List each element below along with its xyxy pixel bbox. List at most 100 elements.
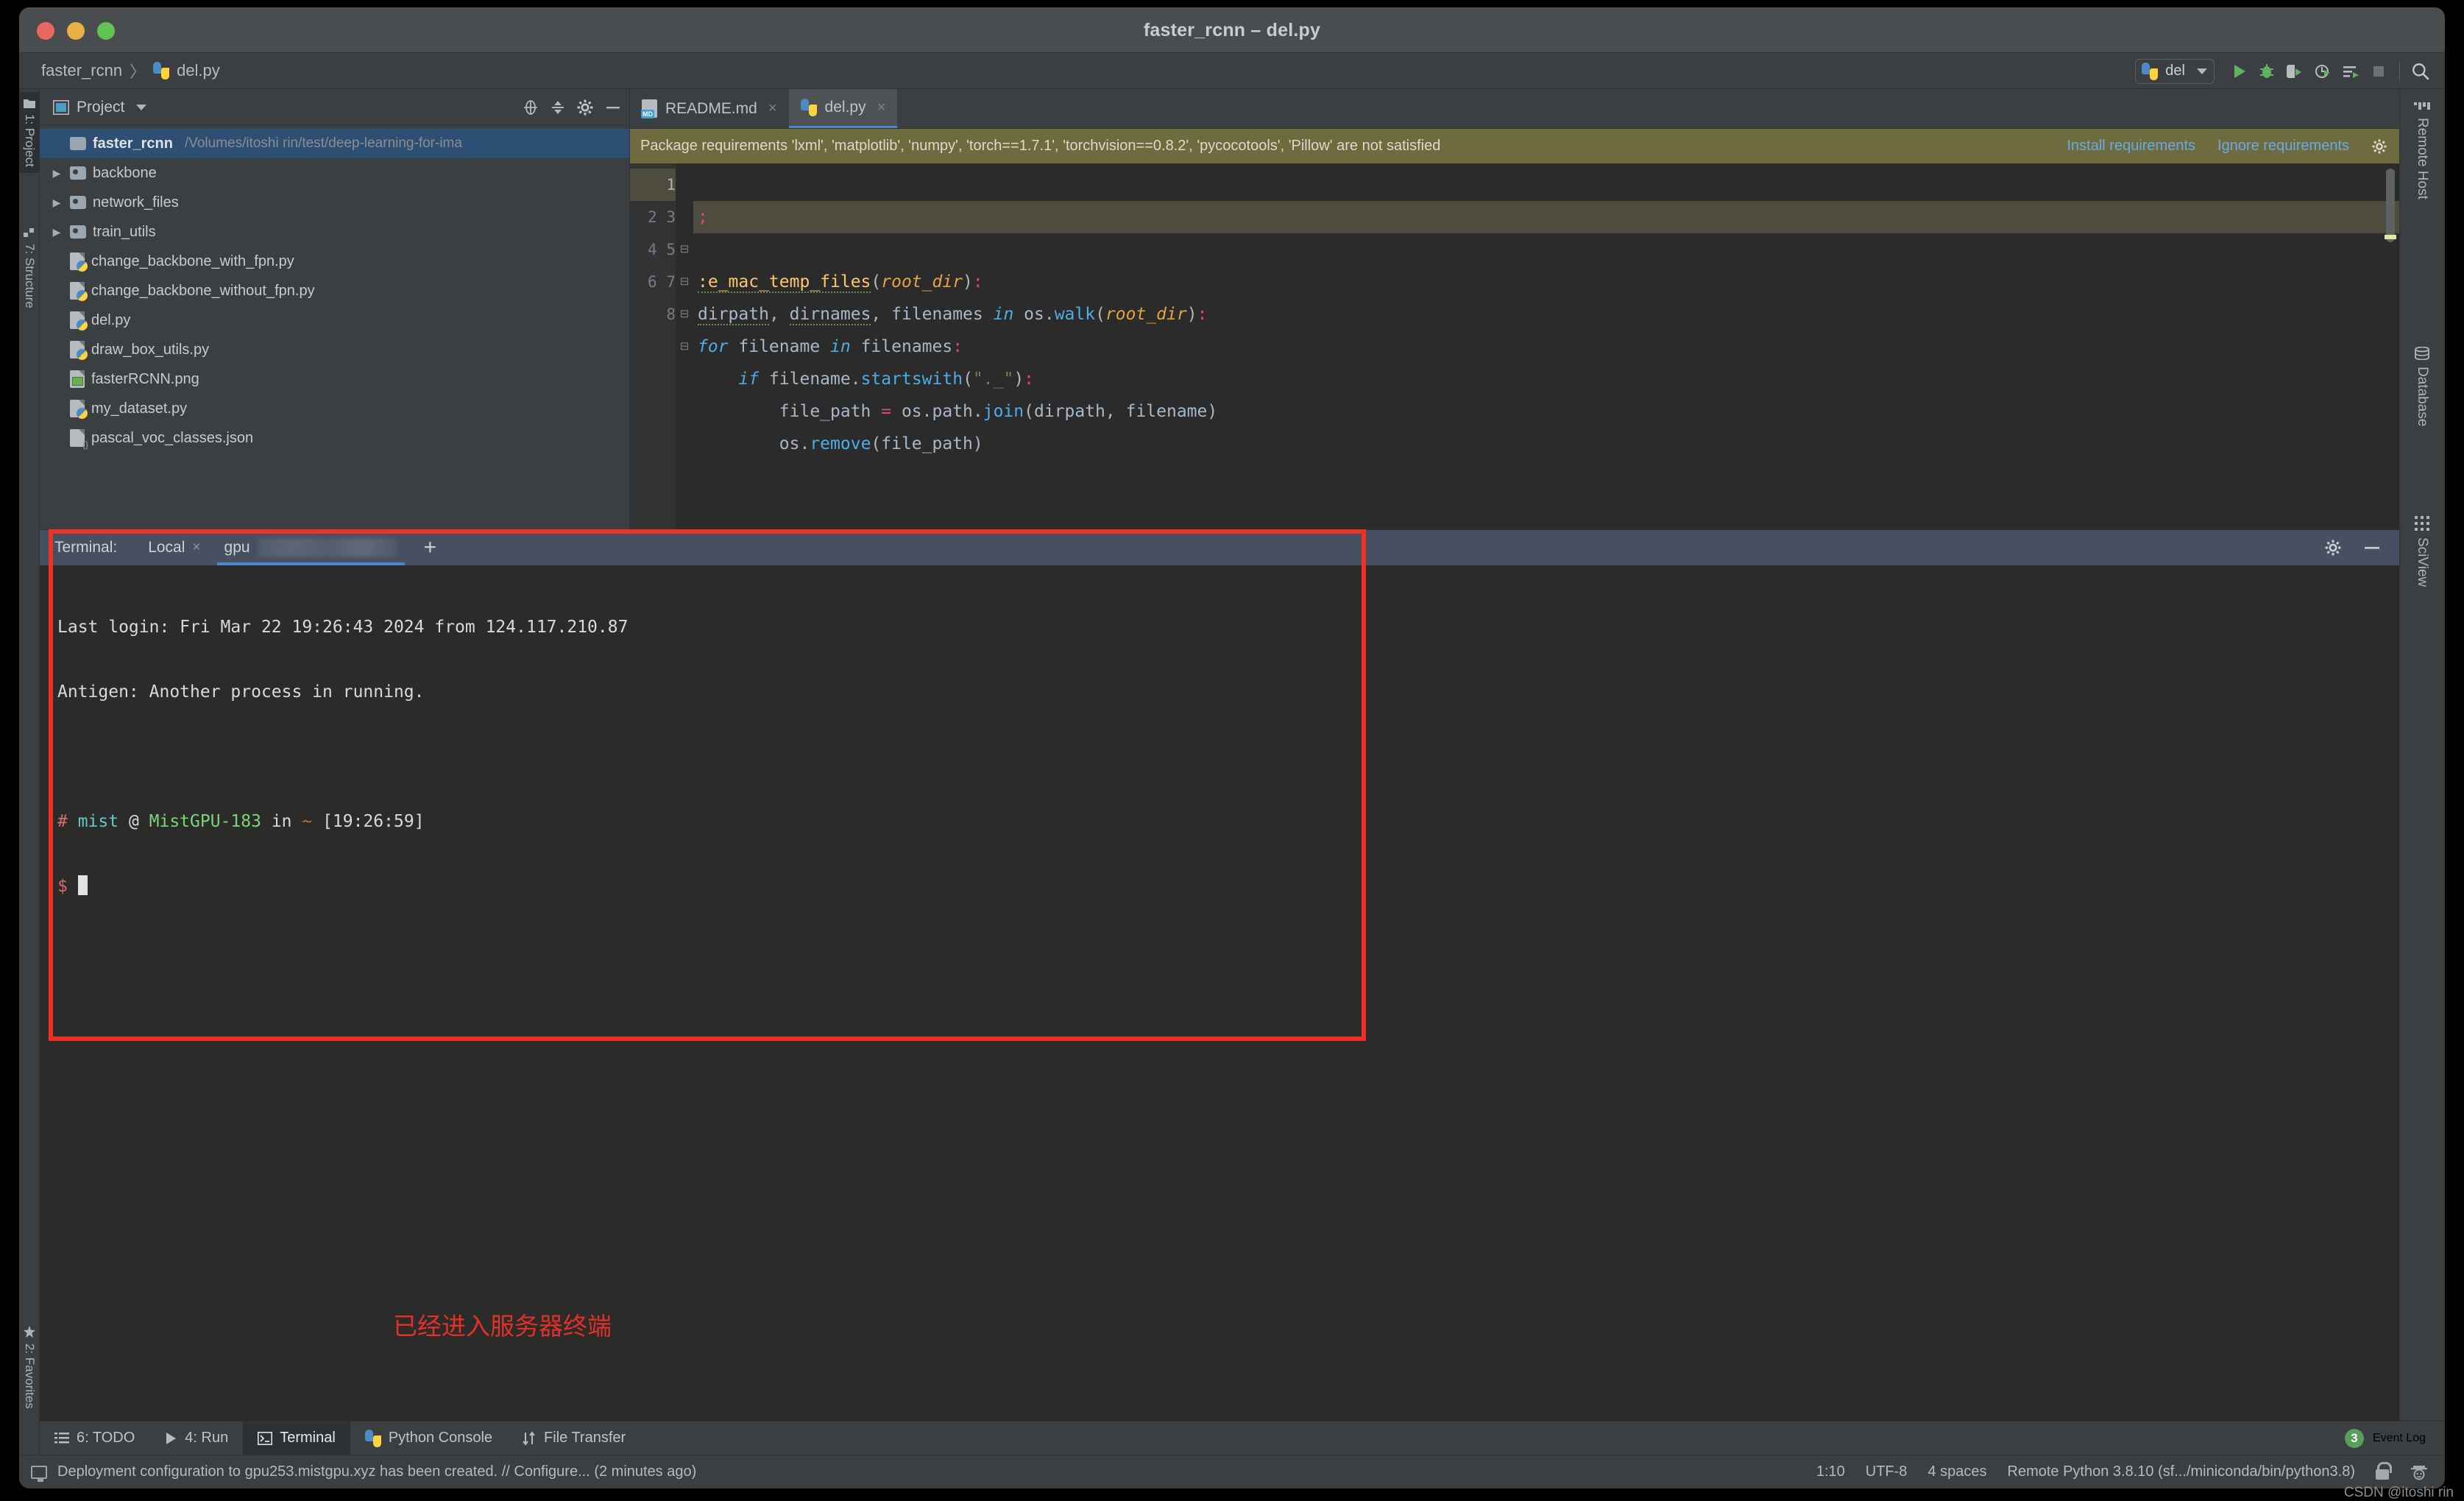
fold-marker-for-inner[interactable]: ⊟ <box>676 298 693 331</box>
terminal-output[interactable]: Last login: Fri Mar 22 19:26:43 2024 fro… <box>40 565 2399 1488</box>
fold-marker-if[interactable]: ⊟ <box>676 331 693 363</box>
tab-label: del.py <box>825 99 866 116</box>
inspector-icon[interactable] <box>2410 1463 2429 1481</box>
sidebar-item-sciview[interactable]: SciView <box>2399 509 2445 594</box>
tree-item-faster-rcnn-png[interactable]: ▶ fasterRCNN.png <box>40 364 629 394</box>
bottom-tab-terminal[interactable]: Terminal <box>243 1421 350 1455</box>
terminal-tab-redacted-host <box>258 538 397 557</box>
tree-item-label: del.py <box>91 312 130 329</box>
sidebar-item-favorites-label: 2: Favorites <box>22 1343 37 1409</box>
fold-spacer <box>676 363 693 395</box>
sidebar-item-favorites[interactable]: 2: Favorites <box>19 1320 40 1415</box>
file-transfer-icon <box>522 1431 537 1446</box>
notification-gear-icon[interactable] <box>2371 138 2387 155</box>
lock-icon[interactable] <box>2376 1469 2389 1480</box>
package-requirements-notification: Package requirements 'lxml', 'matplotlib… <box>630 129 2399 164</box>
code-line-4: dirpath, dirnames, filenames in os.walk(… <box>698 298 2399 331</box>
debug-button[interactable] <box>2254 59 2279 84</box>
install-requirements-link[interactable]: Install requirements <box>2067 138 2195 155</box>
tree-item-backbone[interactable]: ▶ backbone <box>40 158 629 188</box>
tree-item-label: fasterRCNN.png <box>91 371 199 388</box>
profile-button[interactable] <box>2310 59 2335 84</box>
terminal-hide-icon[interactable] <box>2362 539 2382 557</box>
bottom-tab-label: File Transfer <box>544 1430 626 1447</box>
tree-item-label: backbone <box>93 165 157 182</box>
python-file-icon <box>801 99 817 116</box>
tree-item-faster-rcnn[interactable]: ▶ faster_rcnn /Volumes/itoshi rin/test/d… <box>40 129 629 158</box>
terminal-settings-gear-icon[interactable] <box>2324 539 2342 557</box>
terminal-line-4: # mist @ MistGPU-183 in ~ [19:26:59] <box>57 805 2399 838</box>
tab-readme-md[interactable]: README.md × <box>630 89 789 128</box>
python-file-icon <box>70 341 85 359</box>
tree-arrow-icon[interactable]: ▶ <box>50 197 63 209</box>
breadcrumb-separator-icon: 〉 <box>130 59 146 82</box>
tab-del-py[interactable]: del.py × <box>789 89 898 128</box>
python-interpreter[interactable]: Remote Python 3.8.10 (sf.../miniconda/bi… <box>2008 1463 2356 1480</box>
breadcrumb-item-file[interactable]: del.py <box>177 61 220 80</box>
python-file-icon <box>70 252 85 270</box>
tree-item-change-backbone-without-fpn[interactable]: ▶ change_backbone_without_fpn.py <box>40 276 629 306</box>
sidebar-item-remote-host[interactable]: Remote Host <box>2399 93 2445 207</box>
sidebar-item-project[interactable]: 1: Project <box>19 92 40 173</box>
folder-icon <box>24 98 35 108</box>
hide-panel-icon[interactable] <box>604 99 622 116</box>
tree-item-draw-box-utils[interactable]: ▶ draw_box_utils.py <box>40 335 629 364</box>
folder-icon <box>70 137 86 150</box>
star-icon <box>24 1326 35 1338</box>
editor-warning-marker[interactable] <box>2385 235 2396 239</box>
run-button[interactable] <box>2226 59 2251 84</box>
bottom-tab-python-console[interactable]: Python Console <box>350 1421 507 1455</box>
python-file-icon <box>70 311 85 329</box>
close-icon[interactable]: × <box>768 100 777 117</box>
tree-item-my-dataset[interactable]: ▶ my_dataset.py <box>40 394 629 423</box>
terminal-prompt-line[interactable]: $ <box>57 870 2399 903</box>
project-panel-actions <box>522 99 622 116</box>
event-log-label[interactable]: Event Log <box>2373 1432 2426 1445</box>
line-number: 8 <box>666 306 676 323</box>
close-icon[interactable]: × <box>192 540 200 556</box>
coverage-button[interactable] <box>2282 59 2307 84</box>
event-log-area[interactable]: 3 Event Log <box>2345 1429 2445 1448</box>
run-with-parameters-button[interactable] <box>2338 59 2363 84</box>
line-number: 5 <box>666 241 676 258</box>
status-message[interactable]: Deployment configuration to gpu253.mistg… <box>57 1463 696 1480</box>
json-file-icon <box>70 429 85 447</box>
tree-arrow-icon[interactable]: ▶ <box>50 167 63 180</box>
bottom-tab-todo[interactable]: 6: TODO <box>40 1421 149 1455</box>
breadcrumb-item-project[interactable]: faster_rcnn <box>41 61 122 80</box>
close-icon[interactable]: × <box>877 99 886 116</box>
sidebar-item-database[interactable]: Database <box>2399 339 2445 434</box>
stop-button[interactable] <box>2366 59 2391 84</box>
tree-item-network-files[interactable]: ▶ network_files <box>40 188 629 217</box>
tree-item-change-backbone-with-fpn[interactable]: ▶ change_backbone_with_fpn.py <box>40 247 629 276</box>
tree-item-del-py[interactable]: ▶ del.py <box>40 306 629 335</box>
project-panel-title: Project <box>77 99 124 116</box>
search-everywhere-icon[interactable] <box>2408 59 2433 84</box>
status-bar-right: 1:10 UTF-8 4 spaces Remote Python 3.8.10… <box>1816 1463 2445 1481</box>
tree-item-label: train_utils <box>93 224 156 241</box>
new-terminal-button[interactable]: + <box>424 535 437 560</box>
collapse-all-icon[interactable] <box>550 99 566 116</box>
terminal-tab-gpu[interactable]: gpu <box>213 530 409 565</box>
bottom-tab-file-transfer[interactable]: File Transfer <box>507 1421 640 1455</box>
terminal-tool-window: Terminal: Local × gpu + <box>40 529 2399 1488</box>
indentation-setting[interactable]: 4 spaces <box>1927 1463 1986 1480</box>
sidebar-item-structure[interactable]: 7: Structure <box>19 222 40 314</box>
run-configuration-selector[interactable]: del <box>2135 59 2215 84</box>
project-view-chevron-down-icon[interactable] <box>136 105 146 110</box>
settings-gear-icon[interactable] <box>576 99 594 116</box>
editor-vertical-scrollbar[interactable] <box>2386 169 2395 242</box>
ignore-requirements-link[interactable]: Ignore requirements <box>2217 138 2349 155</box>
file-encoding[interactable]: UTF-8 <box>1866 1463 1908 1480</box>
sidebar-item-remote-host-label: Remote Host <box>2414 118 2430 199</box>
tree-item-train-utils[interactable]: ▶ train_utils <box>40 217 629 247</box>
tree-arrow-icon[interactable]: ▶ <box>50 226 63 239</box>
markdown-file-icon <box>642 99 657 118</box>
locate-file-icon[interactable] <box>522 99 539 116</box>
bottom-tab-run[interactable]: 4: Run <box>149 1421 243 1455</box>
caret-position[interactable]: 1:10 <box>1816 1463 1845 1480</box>
tree-item-pascal-voc-classes[interactable]: ▶ pascal_voc_classes.json <box>40 423 629 453</box>
fold-marker-for[interactable]: ⊟ <box>676 266 693 298</box>
terminal-tab-local[interactable]: Local × <box>136 530 212 565</box>
fold-marker-function[interactable]: ⊟ <box>676 233 693 266</box>
